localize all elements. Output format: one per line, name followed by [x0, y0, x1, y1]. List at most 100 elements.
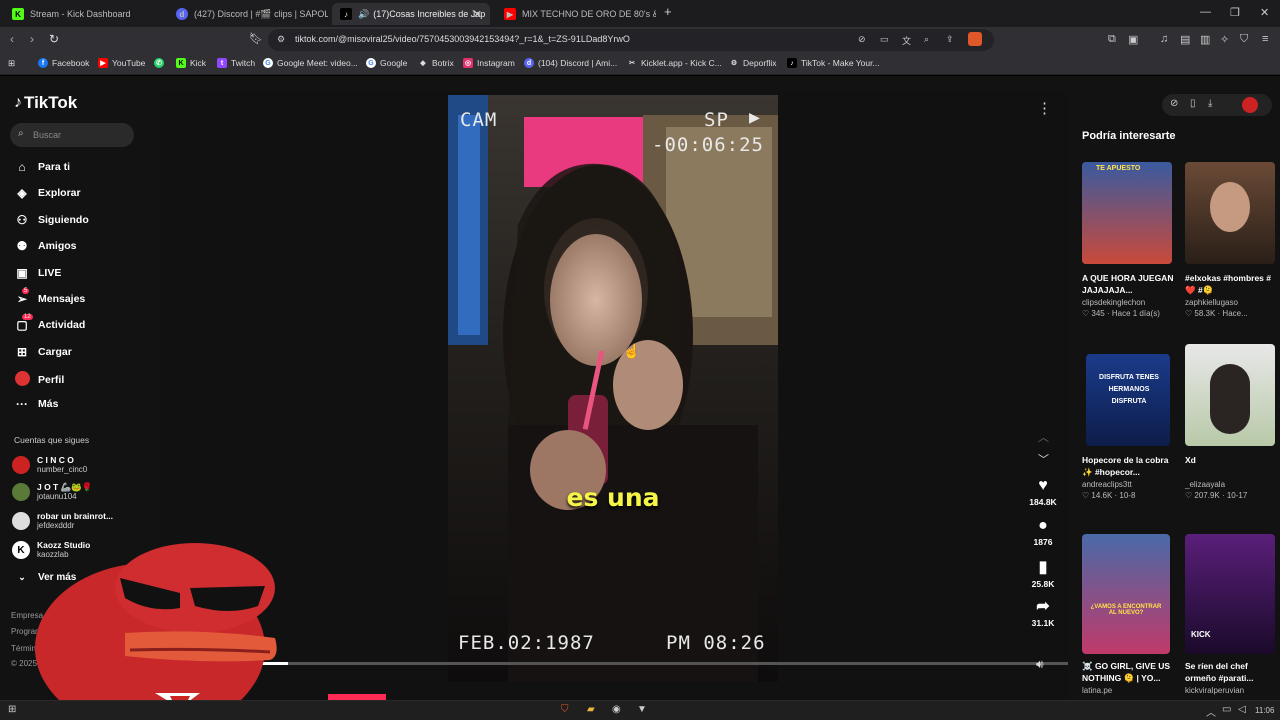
bookmark-google[interactable]: G Google — [366, 58, 407, 68]
bookmark-botrix[interactable]: ◆ Botrix — [418, 58, 454, 68]
followed-account[interactable]: C I N C Onumber_cinc0 — [12, 455, 87, 475]
recommended-video-card[interactable]: Xd _elizaayala ♡ 207.9K · 10-17 — [1185, 344, 1277, 500]
tray-chevron-icon[interactable]: ︿ — [1206, 704, 1216, 719]
sidebar-item-label: LIVE — [38, 267, 62, 279]
network-icon[interactable]: ▭ — [1222, 704, 1231, 715]
video-player[interactable]: CAM SP ▶ -00:06:25 FEB.02:1987 PM 08:26 … — [448, 95, 778, 682]
minimize-button[interactable]: — — [1200, 6, 1211, 18]
bookmark-instagram[interactable]: ◎ Instagram — [463, 58, 515, 68]
new-tab-button[interactable]: + — [664, 4, 672, 19]
explore-icon[interactable]: ⊘ — [1170, 98, 1178, 109]
bookmark-google-meet[interactable]: G Google Meet: video... — [263, 58, 358, 68]
zoom-icon[interactable]: ⌕ — [924, 34, 929, 45]
url-text: tiktok.com/@misoviral25/video/7570453003… — [295, 34, 630, 44]
panel-icon[interactable]: ▤ — [1180, 33, 1190, 46]
recommended-video-card[interactable]: ¿VAMOS A ENCONTRAR AL NUEVO? ☠️ GO GIRL,… — [1082, 534, 1174, 695]
sidebar-item-siguiendo[interactable]: ⚇ Siguiendo — [14, 213, 89, 227]
close-tab-icon[interactable]: ✕ — [473, 8, 482, 21]
extensions-icon[interactable]: ⧉ — [1108, 33, 1116, 46]
close-window-button[interactable]: ✕ — [1260, 6, 1269, 19]
bookmark-tiktok[interactable]: ♪ TikTok - Make Your... — [787, 58, 880, 68]
sidebar-item-mensajes[interactable]: ➢ Mensajes — [14, 292, 85, 306]
download-icon[interactable]: ⤓ — [1208, 98, 1212, 109]
bookmark-label: Botrix — [432, 58, 454, 68]
tab-youtube-mix[interactable]: ▶ MIX TECHNO DE ORO DE 80's & 90's — [496, 3, 656, 25]
address-bar[interactable]: ⚙︎ tiktok.com/@misoviral25/video/7570453… — [268, 29, 994, 51]
vpn-icon[interactable]: ⛉ — [1240, 33, 1248, 46]
music-icon[interactable]: ♫ — [1160, 33, 1168, 45]
like-count: 184.8K — [1029, 497, 1057, 507]
bookmark-whatsapp[interactable]: ✆ — [154, 58, 168, 68]
media-icon[interactable]: ⊘ — [858, 34, 866, 45]
home-icon: ⌂ — [18, 160, 26, 174]
sidebar-item-mas[interactable]: ··· Más — [14, 397, 58, 411]
bookmark-deporflix[interactable]: ⚙ Deporflix — [729, 58, 777, 68]
chevron-up-icon[interactable]: ︿ — [1038, 429, 1049, 445]
account-name: robar un brainrot... — [37, 511, 114, 521]
share-icon[interactable]: ⇪ — [946, 34, 954, 45]
sidebar-item-amigos[interactable]: ⚉ Amigos — [14, 239, 77, 253]
followed-account[interactable]: J O T 🦾🐸🌹 jotaunu104 — [12, 482, 92, 502]
reload-icon[interactable]: ↻ — [49, 32, 59, 46]
back-icon[interactable]: ‹ — [10, 32, 14, 46]
card-meta: ♡ 207.9K · 10-17 — [1185, 491, 1248, 500]
bookmark-youtube[interactable]: ▶ YouTube — [98, 58, 145, 68]
translate-icon[interactable]: 文 — [902, 34, 911, 47]
chrome-icon[interactable]: ◉ — [612, 704, 621, 715]
comment-button[interactable]: ● 1876 — [1020, 517, 1066, 547]
recommended-video-card[interactable]: DISFRUTA TENES HERMANOS DISFRUTA Hopecor… — [1082, 344, 1174, 500]
bookmark-kicklet[interactable]: ✂ Kicklet.app - Kick C... — [627, 58, 722, 68]
chevron-down-icon[interactable]: ﹀ — [1038, 451, 1049, 467]
menu-icon[interactable]: ≡ — [1262, 33, 1268, 45]
app-icon[interactable]: ▼ — [637, 704, 647, 715]
sidebar-toggle-icon[interactable]: ▣ — [1128, 33, 1138, 46]
ai-icon[interactable]: ✧ — [1220, 33, 1229, 46]
followed-account[interactable]: robar un brainrot... jefdexdddr — [12, 511, 113, 531]
like-button[interactable]: ♥ 184.8K — [1020, 477, 1066, 507]
recommended-video-card[interactable]: #elxokas #hombres #❤️ #🫠 zaphkiellugaso … — [1185, 162, 1277, 318]
avatar[interactable] — [1242, 97, 1258, 113]
brave-shield-icon[interactable] — [968, 32, 982, 46]
thumbnail-text: ¿VAMOS A ENCONTRAR AL NUEVO? — [1090, 604, 1162, 616]
forward-icon[interactable]: › — [30, 32, 34, 46]
sidebar-item-explorar[interactable]: ◈ Explorar — [14, 186, 80, 200]
bookmark-icon[interactable]: 🔖︎ — [249, 32, 263, 45]
video-caption: es una — [566, 483, 660, 512]
site-settings-icon[interactable]: ⚙︎ — [277, 34, 285, 45]
recommended-video-card[interactable]: KICK Se ríen del chef ormeño #parati... … — [1185, 534, 1277, 695]
windows-start-icon[interactable]: ⊞ — [8, 704, 16, 715]
card-user: _elizaayala — [1185, 480, 1226, 489]
speaker-icon[interactable]: ◁ — [1238, 704, 1246, 715]
volume-icon[interactable]: 🔊︎ — [1036, 657, 1044, 672]
tiktok-icon: ♪ — [340, 8, 352, 20]
tiktok-logo[interactable]: ♪ TikTok — [14, 93, 77, 113]
device-icon[interactable]: ▯ — [1190, 98, 1196, 109]
sidebar-item-live[interactable]: ▣ LIVE — [14, 266, 61, 280]
save-button[interactable]: ▮ 25.8K — [1020, 557, 1066, 589]
cast-icon[interactable]: ▭ — [880, 34, 889, 45]
avatar: K — [12, 541, 30, 559]
recommended-video-card[interactable]: TE APUESTO A QUE HORA JUEGAN JAJAJAJA...… — [1082, 162, 1174, 318]
search-placeholder: Buscar — [33, 130, 62, 140]
tab-tiktok-active[interactable]: ♪ 🔊 (17)Cosas Increibles de Japón ✕ — [332, 3, 490, 25]
brave-browser-icon[interactable]: ⛉ — [561, 704, 569, 715]
sidebar-item-cargar[interactable]: ⊞ Cargar — [14, 345, 72, 359]
bookmark-discord[interactable]: d (104) Discord | Ami... — [524, 58, 617, 68]
apps-icon[interactable]: ⊞ — [8, 58, 15, 69]
bookmark-kick[interactable]: K Kick — [176, 58, 206, 68]
search-input[interactable]: ⌕ Buscar — [10, 123, 134, 147]
tab-label: (427) Discord | #🎬 clips | SAPOLIC — [194, 8, 328, 19]
wallet-icon[interactable]: ▥ — [1200, 33, 1210, 46]
thumbnail-text: DISFRUTA TENES HERMANOS DISFRUTA — [1099, 374, 1159, 405]
sidebar-item-para-ti[interactable]: ⌂ Para ti — [14, 160, 70, 174]
file-explorer-icon[interactable]: ▰ — [587, 704, 595, 715]
sidebar-item-actividad[interactable]: ▢ Actividad — [14, 318, 85, 332]
sidebar-item-perfil[interactable]: Perfil — [14, 371, 64, 389]
share-button[interactable]: ➦ 31.1K — [1020, 596, 1066, 628]
more-options-icon[interactable]: ⋮ — [1037, 99, 1052, 117]
tab-kick-dashboard[interactable]: K Stream - Kick Dashboard — [4, 3, 164, 25]
bookmark-twitch[interactable]: t Twitch — [217, 58, 255, 68]
bookmark-facebook[interactable]: f Facebook — [38, 58, 89, 68]
restore-button[interactable]: ❐ — [1230, 6, 1240, 19]
tab-discord[interactable]: d (427) Discord | #🎬 clips | SAPOLIC — [168, 3, 328, 25]
